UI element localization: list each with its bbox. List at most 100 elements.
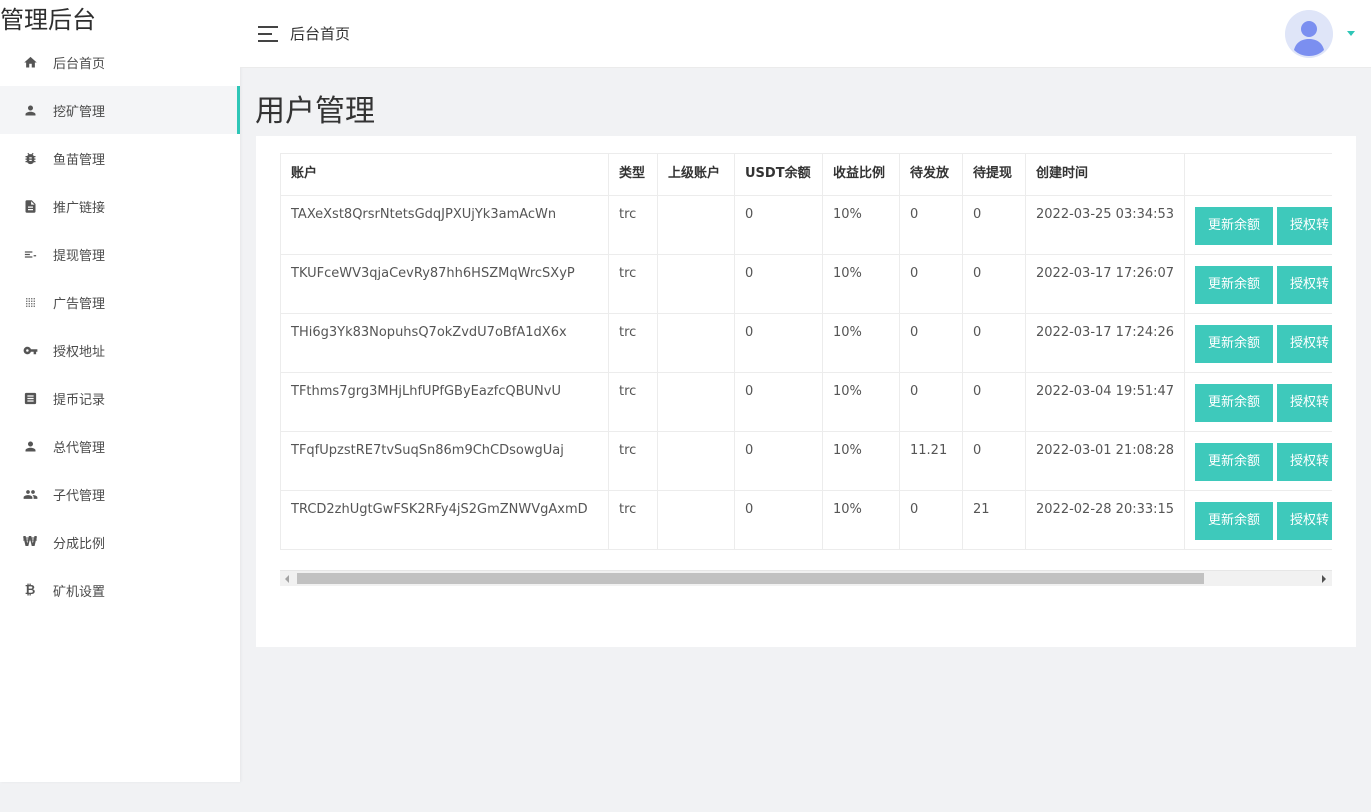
topbar: 后台首页 <box>240 0 1371 68</box>
created-time-cell: 2022-03-04 19:51:47 <box>1025 372 1185 432</box>
sidebar-item-home[interactable]: 后台首页 <box>0 38 240 86</box>
profit-ratio-cell: 10% <box>822 431 900 491</box>
table-row: TFthms7grg3MHjLhfUPfGByEazfcQBUNvU trc 0 10… <box>280 372 1332 432</box>
parent-account-cell <box>657 313 735 373</box>
user-avatar-icon <box>1285 10 1333 58</box>
key-icon <box>22 342 38 358</box>
type-cell: trc <box>608 431 658 491</box>
profit-ratio-cell: 10% <box>822 490 900 550</box>
authorize-transfer-button[interactable]: 授权转 <box>1277 266 1332 304</box>
pending-payout-cell: 11.21 <box>899 431 963 491</box>
usdt-balance-cell: 0 <box>734 195 823 255</box>
profit-ratio-cell: 10% <box>822 254 900 314</box>
sidebar: 管理后台 后台首页 挖矿管理 鱼苗管理 推广链接 提现管理 广告管理 授权地址 <box>0 0 240 782</box>
profit-ratio-cell: 10% <box>822 372 900 432</box>
sidebar-item-label: 挖矿管理 <box>53 104 106 120</box>
menu-toggle-icon[interactable] <box>258 25 278 42</box>
page-title: 用户管理 <box>255 94 375 129</box>
account-cell: TFthms7grg3MHjLhfUPfGByEazfcQBUNvU <box>280 372 609 432</box>
table-row: THi6g3Yk83NopuhsQ7okZvdU7oBfA1dX6x trc 0 10… <box>280 313 1332 373</box>
sidebar-item-label: 提币记录 <box>53 392 106 408</box>
type-cell: trc <box>608 254 658 314</box>
authorize-transfer-button[interactable]: 授权转 <box>1277 384 1332 422</box>
sidebar-item-auth-address[interactable]: 授权地址 <box>0 326 240 374</box>
sidebar-item-label: 分成比例 <box>53 536 106 552</box>
pending-withdraw-cell: 0 <box>962 195 1026 255</box>
usdt-balance-cell: 0 <box>734 372 823 432</box>
update-balance-button[interactable]: 更新余额 <box>1195 266 1274 304</box>
chevron-down-icon[interactable] <box>1347 31 1355 36</box>
record-icon <box>22 390 38 406</box>
update-balance-button[interactable]: 更新余额 <box>1195 207 1274 245</box>
parent-account-cell <box>657 490 735 550</box>
table-header-row: 账户 类型 上级账户 USDT余额 收益比例 待发放 待提现 创建时间 操作 <box>280 153 1332 196</box>
table-scroll-area: 账户 类型 上级账户 USDT余额 收益比例 待发放 待提现 创建时间 操作 T… <box>280 153 1332 551</box>
table-row: TAXeXst8QrsrNtetsGdqJPXUjYk3amAcWn trc 0 10… <box>280 195 1332 255</box>
account-cell: THi6g3Yk83NopuhsQ7okZvdU7oBfA1dX6x <box>280 313 609 373</box>
table-row: TRCD2zhUgtGwFSK2RFy4jS2GmZNWVgAxmD trc 0 10… <box>280 490 1332 550</box>
sidebar-item-withdraw-records[interactable]: 提币记录 <box>0 374 240 422</box>
sidebar-item-label: 鱼苗管理 <box>53 152 106 168</box>
pending-payout-cell: 0 <box>899 372 963 432</box>
person-icon <box>22 102 38 118</box>
authorize-transfer-button[interactable]: 授权转 <box>1277 443 1332 481</box>
avatar[interactable] <box>1285 10 1333 58</box>
column-header: 操作 <box>1184 153 1332 196</box>
account-cell: TKUFceWV3qjaCevRy87hh6HSZMqWrcSXyP <box>280 254 609 314</box>
sidebar-item-ads[interactable]: 广告管理 <box>0 278 240 326</box>
sidebar-item-general-agent[interactable]: 总代管理 <box>0 422 240 470</box>
brand-title: 管理后台 <box>0 6 96 34</box>
scroll-left-icon[interactable] <box>285 575 289 583</box>
column-header: 账户 <box>280 153 609 196</box>
type-cell: trc <box>608 490 658 550</box>
person-icon <box>22 438 38 454</box>
profit-ratio-cell: 10% <box>822 195 900 255</box>
update-balance-button[interactable]: 更新余额 <box>1195 443 1274 481</box>
update-balance-button[interactable]: 更新余额 <box>1195 325 1274 363</box>
pending-withdraw-cell: 0 <box>962 254 1026 314</box>
sidebar-item-fry[interactable]: 鱼苗管理 <box>0 134 240 182</box>
sidebar-item-promo-link[interactable]: 推广链接 <box>0 182 240 230</box>
sidebar-item-label: 推广链接 <box>53 200 106 216</box>
created-time-cell: 2022-03-17 17:26:07 <box>1025 254 1185 314</box>
account-cell: TFqfUpzstRE7tvSuqSn86m9ChCDsowgUaj <box>280 431 609 491</box>
parent-account-cell <box>657 254 735 314</box>
scrollbar-thumb[interactable] <box>297 573 1204 584</box>
sidebar-item-label: 矿机设置 <box>53 584 106 600</box>
sidebar-item-withdraw[interactable]: 提现管理 <box>0 230 240 278</box>
account-cell: TRCD2zhUgtGwFSK2RFy4jS2GmZNWVgAxmD <box>280 490 609 550</box>
sidebar-item-label: 子代管理 <box>53 488 106 504</box>
sidebar-item-mining[interactable]: 挖矿管理 <box>0 86 240 134</box>
authorize-transfer-button[interactable]: 授权转 <box>1277 502 1332 540</box>
update-balance-button[interactable]: 更新余额 <box>1195 384 1274 422</box>
actions-cell: 更新余额 授权转 <box>1184 195 1332 255</box>
type-cell: trc <box>608 313 658 373</box>
pending-payout-cell: 0 <box>899 254 963 314</box>
pending-payout-cell: 0 <box>899 313 963 373</box>
pending-withdraw-cell: 21 <box>962 490 1026 550</box>
sidebar-item-miner-settings[interactable]: ₿ 矿机设置 <box>0 566 240 614</box>
pending-withdraw-cell: 0 <box>962 431 1026 491</box>
sidebar-item-sub-agent[interactable]: 子代管理 <box>0 470 240 518</box>
bug-icon <box>22 150 38 166</box>
pending-payout-cell: 0 <box>899 490 963 550</box>
table-row: TFqfUpzstRE7tvSuqSn86m9ChCDsowgUaj trc 0 10… <box>280 431 1332 491</box>
authorize-transfer-button[interactable]: 授权转 <box>1277 207 1332 245</box>
created-time-cell: 2022-03-17 17:24:26 <box>1025 313 1185 373</box>
table-row: TKUFceWV3qjaCevRy87hh6HSZMqWrcSXyP trc 0 10… <box>280 254 1332 314</box>
document-icon <box>22 198 38 214</box>
column-header: 收益比例 <box>822 153 900 196</box>
horizontal-scrollbar[interactable] <box>280 570 1332 586</box>
pending-withdraw-cell: 0 <box>962 372 1026 432</box>
type-cell: trc <box>608 372 658 432</box>
grid-dots-icon <box>22 294 38 310</box>
sidebar-item-share-ratio[interactable]: ₩ 分成比例 <box>0 518 240 566</box>
user-table-card: 账户 类型 上级账户 USDT余额 收益比例 待发放 待提现 创建时间 操作 T… <box>256 136 1356 647</box>
update-balance-button[interactable]: 更新余额 <box>1195 502 1274 540</box>
authorize-transfer-button[interactable]: 授权转 <box>1277 325 1332 363</box>
breadcrumb[interactable]: 后台首页 <box>290 23 350 44</box>
scroll-right-icon[interactable] <box>1322 575 1326 583</box>
column-header: 上级账户 <box>657 153 735 196</box>
actions-cell: 更新余额 授权转 <box>1184 313 1332 373</box>
created-time-cell: 2022-03-01 21:08:28 <box>1025 431 1185 491</box>
